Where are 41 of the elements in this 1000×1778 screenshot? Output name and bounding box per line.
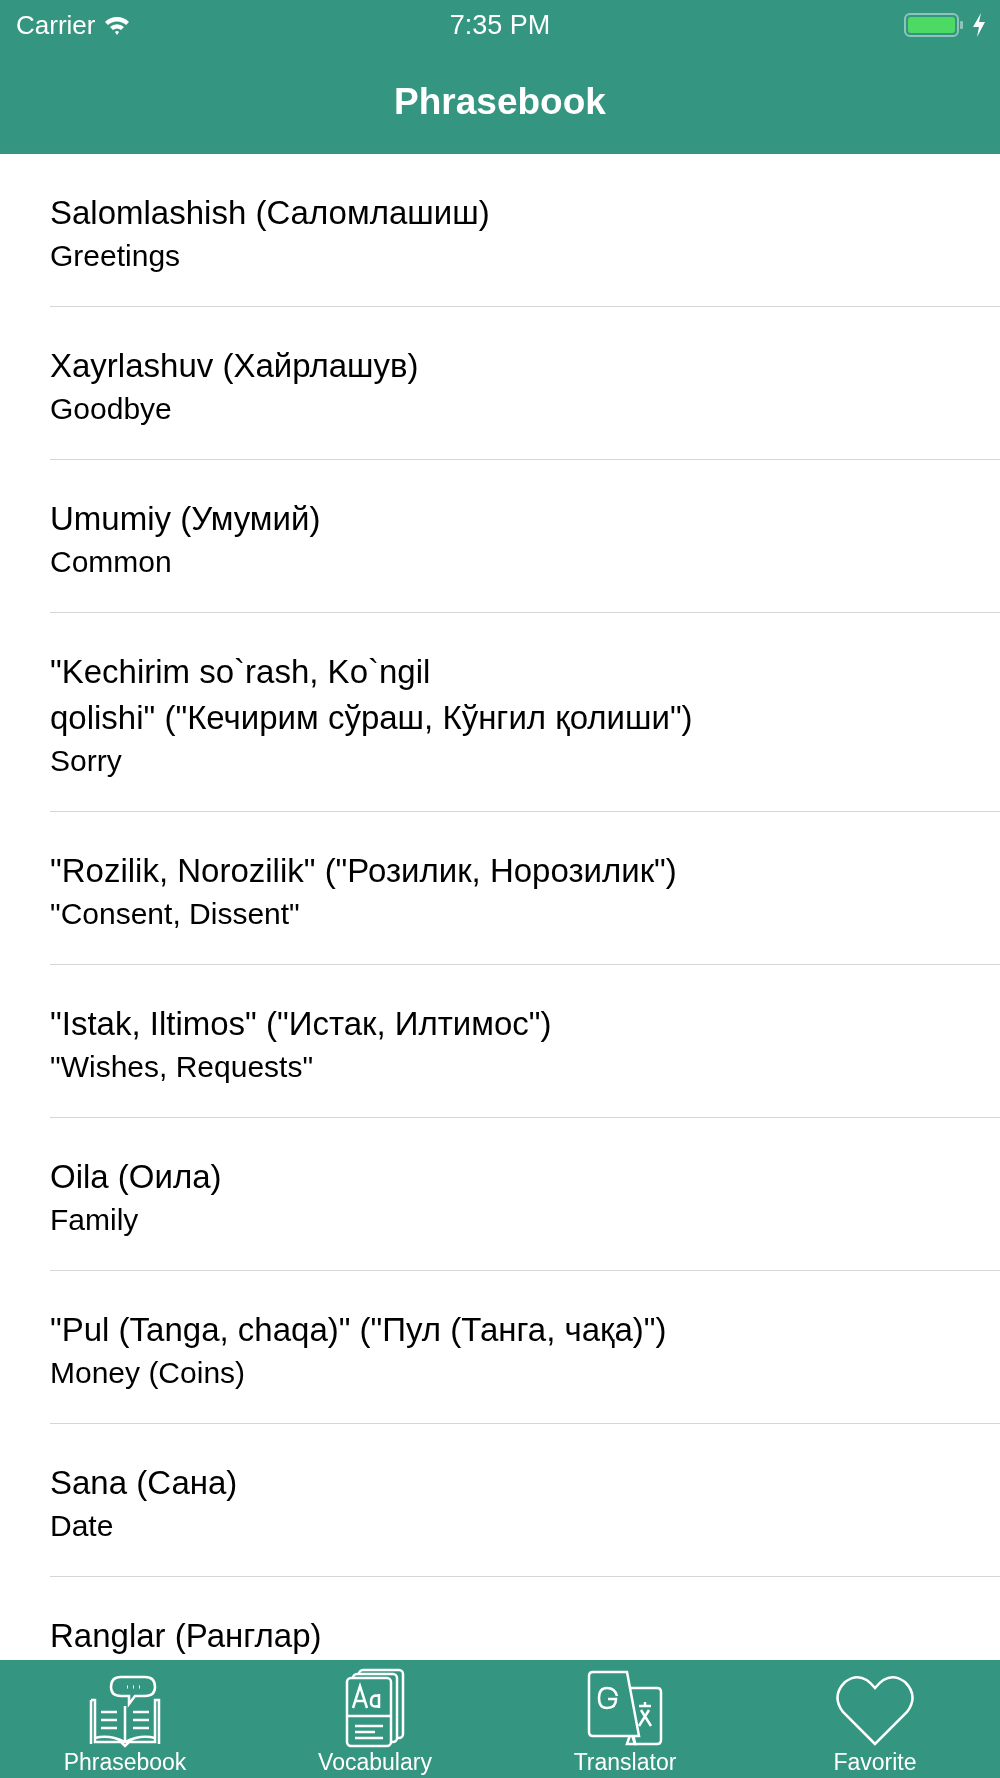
- wifi-icon: [103, 14, 132, 36]
- topic-subtitle: Family: [50, 1202, 140, 1238]
- clock-label: 7:35 PM: [449, 9, 551, 41]
- battery-icon: [904, 12, 964, 38]
- topic-subtitle: Common: [50, 544, 173, 580]
- topic-subtitle: Goodbye: [50, 391, 173, 427]
- heart-icon: [835, 1674, 915, 1748]
- tab-item[interactable]: Phrasebook: [0, 1660, 250, 1778]
- tab-item[interactable]: Translator: [500, 1660, 750, 1778]
- topic-row[interactable]: Umumiy (Умумий) Common: [50, 460, 1000, 613]
- topic-row[interactable]: "Rozilik, Norozilik" ("Розилик, Норозилик") "Consent, Dissent": [50, 812, 1000, 965]
- topic-title: Oila (Оила): [50, 1157, 223, 1197]
- topic-title: Ranglar (Ранглар): [50, 1616, 323, 1656]
- topic-subtitle: Greetings: [50, 238, 182, 274]
- topic-title: Sana (Сана): [50, 1463, 239, 1503]
- topic-title: Umumiy (Умумий): [50, 499, 322, 539]
- translate-icon: [587, 1668, 663, 1748]
- charging-icon: [972, 13, 986, 37]
- topic-row[interactable]: Salomlashish (Саломлашиш) Greetings: [50, 154, 1000, 307]
- topic-title: Salomlashish (Саломлашиш): [50, 193, 491, 233]
- topic-title: Xayrlashuv (Хайрлашув): [50, 346, 420, 386]
- topic-title: "Rozilik, Norozilik" ("Розилик, Норозилик"): [50, 851, 678, 891]
- topic-row[interactable]: "Istak, Iltimos" ("Истак, Илтимос") "Wishes, Requests": [50, 965, 1000, 1118]
- topic-row[interactable]: Xayrlashuv (Хайрлашув) Goodbye: [50, 307, 1000, 460]
- tab-item[interactable]: Vocabulary: [250, 1660, 500, 1778]
- tab-item[interactable]: Favorite: [750, 1660, 1000, 1778]
- topic-subtitle: Sorry: [50, 743, 123, 779]
- topic-subtitle: Money (Coins): [50, 1355, 247, 1391]
- topic-subtitle: "Wishes, Requests": [50, 1049, 315, 1085]
- topic-row[interactable]: Sana (Сана) Date: [50, 1424, 1000, 1577]
- topic-row[interactable]: "Pul (Tanga, chaqa)" ("Пул (Танга, чақа)") Money (Coins): [50, 1271, 1000, 1424]
- screen-title: Phrasebook: [394, 81, 606, 123]
- topic-title: "Kechirim so`rash, Ko`ngil qolishi" ("Кечирим сўраш, Кўнгил қолиши"): [50, 652, 694, 738]
- topic-row[interactable]: "Kechirim so`rash, Ko`ngil qolishi" ("Кечирим сўраш, Кўнгил қолиши") Sorry: [50, 613, 1000, 812]
- topic-subtitle: Date: [50, 1508, 115, 1544]
- carrier-label: Carrier: [16, 9, 96, 41]
- stacked-cards-icon: [343, 1668, 407, 1748]
- topic-row[interactable]: Oila (Оила) Family: [50, 1118, 1000, 1271]
- topic-subtitle: "Consent, Dissent": [50, 896, 301, 932]
- topic-title: "Istak, Iltimos" ("Истак, Илтимос"): [50, 1004, 553, 1044]
- topic-title: "Pul (Tanga, chaqa)" ("Пул (Танга, чақа)"): [50, 1310, 668, 1350]
